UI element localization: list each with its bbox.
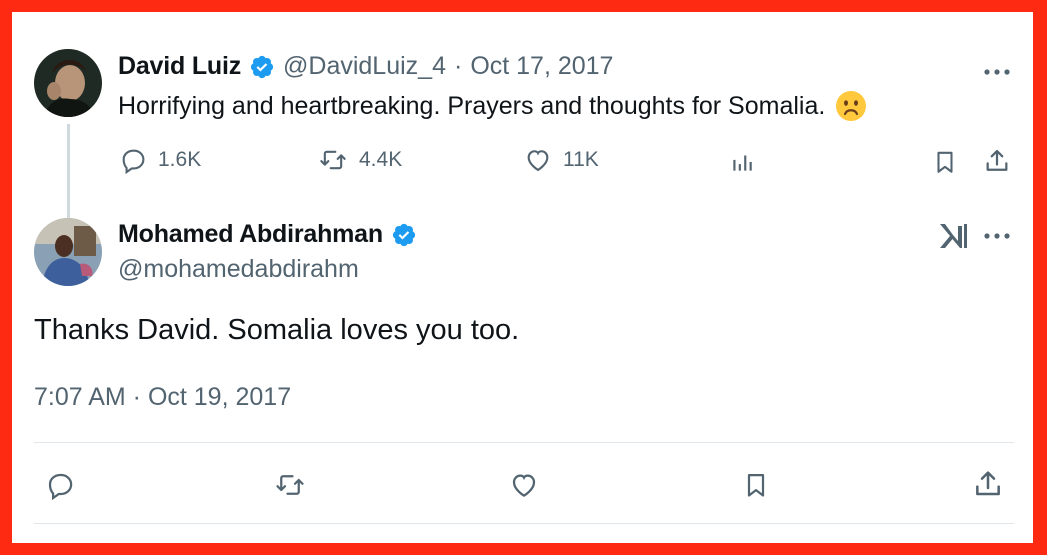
quoted-header: David Luiz @DavidLuiz_4 · Oct 17, 2017 [118,52,613,81]
tweet-text: Thanks David. Somalia loves you too. [34,314,520,346]
reply-button[interactable]: 1.6K [118,146,201,174]
author-handle[interactable]: @DavidLuiz_4 [283,52,446,81]
more-icon[interactable] [982,230,1012,242]
author-name[interactable]: Mohamed Abdirahman [118,220,383,249]
avatar-david-luiz[interactable] [34,49,102,117]
verified-icon [249,54,275,80]
divider [34,442,1014,443]
tweet-date[interactable]: Oct 17, 2017 [470,52,613,81]
bookmark-icon[interactable] [739,467,773,503]
tweet-card: David Luiz @DavidLuiz_4 · Oct 17, 2017 H… [12,12,1033,543]
main-author-row: Mohamed Abdirahman [118,220,417,249]
like-icon[interactable] [506,468,542,502]
retweet-count: 4.4K [359,148,403,171]
reply-count: 1.6K [158,148,202,171]
author-name[interactable]: David Luiz [118,52,241,81]
author-handle[interactable]: @mohamedabdirahm [118,255,359,284]
retweet-icon[interactable] [271,468,309,502]
divider [34,523,1014,524]
quoted-tweet-text: Horrifying and heartbreaking. Prayers an… [118,90,867,122]
avatar-mohamed-abdirahman[interactable] [34,218,102,286]
retweet-icon [320,150,346,170]
reply-icon[interactable] [42,468,78,502]
like-count: 11K [563,148,599,171]
tweet-timestamp[interactable]: 7:07 AM · Oct 19, 2017 [34,383,291,412]
retweet-button[interactable]: 4.4K [317,146,402,174]
like-icon [527,150,549,172]
verified-icon [391,222,417,248]
like-button[interactable]: 11K [523,146,599,174]
bookmark-icon[interactable] [930,147,960,177]
more-icon[interactable] [982,66,1012,78]
reply-icon [122,149,145,174]
separator-dot: · [453,52,463,80]
share-icon[interactable] [982,146,1012,176]
grok-icon[interactable] [936,219,970,253]
share-icon[interactable] [970,466,1006,502]
analytics-icon[interactable] [727,148,757,176]
tweet-text: Horrifying and heartbreaking. Prayers an… [118,91,826,120]
thread-line [67,124,70,220]
frowning-emoji-icon [835,90,867,122]
